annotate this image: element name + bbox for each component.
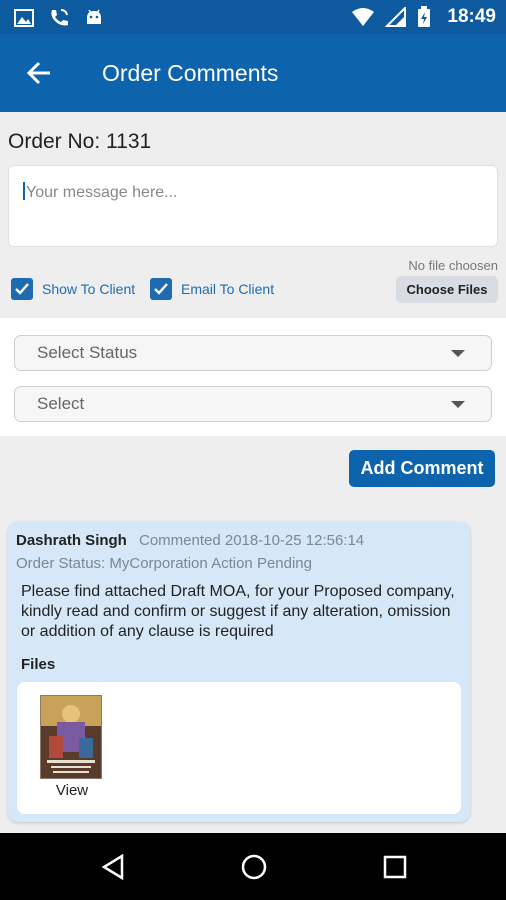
selects-section: Select Status Select (0, 318, 506, 436)
file-thumbnail[interactable] (40, 695, 102, 779)
message-placeholder: Your message here... (26, 184, 178, 201)
signal-icon (385, 7, 407, 27)
arrow-left-icon[interactable] (24, 58, 54, 88)
phone-icon (51, 9, 68, 26)
image-icon (14, 9, 34, 27)
page-title: Order Comments (102, 60, 279, 86)
show-to-client-checkbox[interactable] (11, 278, 33, 300)
android-icon (87, 9, 101, 24)
email-to-client-option[interactable]: Email To Client (150, 278, 274, 300)
navigation-bar (0, 833, 506, 900)
choose-files-button[interactable]: Choose Files (396, 276, 498, 303)
files-heading: Files (21, 656, 56, 673)
secondary-select[interactable]: Select (14, 386, 492, 422)
recents-nav-icon[interactable] (381, 853, 409, 881)
comment-card: Dashrath Singh Commented 2018-10-25 12:5… (8, 522, 470, 822)
checkmark-icon (154, 283, 168, 295)
show-to-client-option[interactable]: Show To Client (11, 278, 135, 300)
email-to-client-checkbox[interactable] (150, 278, 172, 300)
checkmark-icon (15, 283, 29, 295)
status-select[interactable]: Select Status (14, 335, 492, 371)
email-to-client-label: Email To Client (181, 281, 275, 297)
comment-author: Dashrath Singh (16, 532, 127, 549)
comment-text: Please find attached Draft MOA, for your… (21, 583, 455, 640)
order-status: Order Status: MyCorporation Action Pendi… (16, 555, 312, 572)
secondary-select-value: Select (37, 394, 85, 413)
file-status: No file choosen (408, 258, 498, 273)
view-file-link[interactable]: View (41, 782, 103, 799)
app-bar: Order Comments (0, 34, 506, 112)
battery-icon (418, 6, 431, 27)
status-bar: 18:49 (0, 0, 506, 34)
add-comment-button[interactable]: Add Comment (349, 450, 495, 487)
thumbnail-image (41, 696, 101, 778)
back-nav-icon[interactable] (100, 853, 128, 881)
comment-timestamp: Commented 2018-10-25 12:56:14 (139, 532, 365, 549)
home-nav-icon[interactable] (240, 853, 268, 881)
dropdown-arrow-icon (451, 401, 465, 408)
status-select-value: Select Status (37, 343, 138, 362)
clock-time: 18:49 (447, 6, 496, 27)
dropdown-arrow-icon (451, 350, 465, 357)
wifi-icon (352, 8, 375, 26)
files-list: View (17, 682, 461, 814)
order-number: Order No: 1131 (8, 130, 152, 153)
show-to-client-label: Show To Client (42, 281, 136, 297)
message-input[interactable]: Your message here... (8, 165, 498, 247)
text-cursor (23, 182, 25, 200)
